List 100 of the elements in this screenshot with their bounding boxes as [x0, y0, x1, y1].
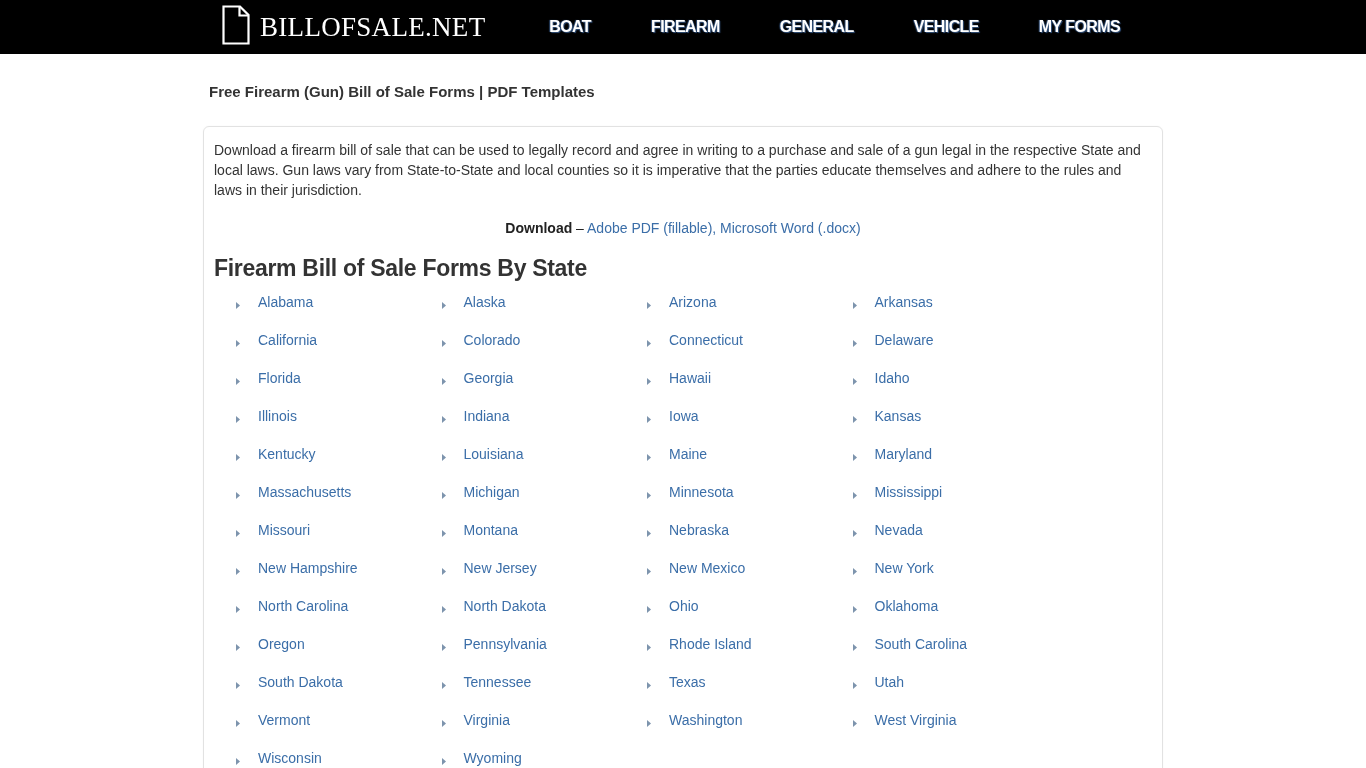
triangle-bullet-icon: [647, 301, 651, 309]
triangle-bullet-icon: [441, 681, 446, 689]
triangle-bullet-icon: [441, 491, 446, 499]
triangle-bullet-icon: [647, 415, 651, 423]
state-link[interactable]: Delaware: [874, 330, 934, 350]
triangle-bullet-icon: [236, 567, 240, 575]
state-link[interactable]: Minnesota: [669, 482, 734, 502]
site-logo[interactable]: BILLOFSALE.NET: [222, 9, 486, 45]
state-link[interactable]: West Virginia: [874, 710, 957, 730]
state-link[interactable]: Illinois: [258, 406, 297, 426]
triangle-bullet-icon: [852, 529, 857, 537]
triangle-bullet-icon: [647, 529, 651, 537]
state-link[interactable]: Florida: [258, 368, 301, 388]
state-link[interactable]: Connecticut: [669, 330, 743, 350]
triangle-bullet-icon: [647, 453, 651, 461]
logo-text: BILLOFSALE.NET: [260, 11, 486, 43]
triangle-bullet-icon: [236, 415, 240, 423]
state-link[interactable]: Rhode Island: [669, 634, 752, 654]
state-link[interactable]: Louisiana: [463, 444, 524, 464]
triangle-bullet-icon: [441, 643, 446, 651]
nav-link[interactable]: MY FORMS: [1008, 17, 1150, 37]
state-link[interactable]: Michigan: [463, 482, 520, 502]
state-link[interactable]: Maryland: [874, 444, 933, 464]
triangle-bullet-icon: [441, 339, 446, 347]
state-link[interactable]: Hawaii: [669, 368, 711, 388]
state-link[interactable]: Washington: [669, 710, 743, 730]
triangle-bullet-icon: [441, 453, 446, 461]
triangle-bullet-icon: [236, 491, 240, 499]
state-link[interactable]: Wisconsin: [258, 748, 322, 768]
state-link[interactable]: Montana: [463, 520, 518, 540]
nav-link[interactable]: FIREARM: [621, 17, 750, 37]
state-link[interactable]: Nevada: [874, 520, 923, 540]
state-link[interactable]: Missouri: [258, 520, 311, 540]
state-link[interactable]: Tennessee: [463, 672, 532, 692]
state-link[interactable]: North Carolina: [258, 596, 349, 616]
nav-link[interactable]: VEHICLE: [883, 17, 1009, 37]
download-link[interactable]: Microsoft Word (.docx): [720, 220, 861, 236]
state-link[interactable]: Georgia: [463, 368, 514, 388]
state-link[interactable]: Texas: [669, 672, 706, 692]
state-link[interactable]: North Dakota: [463, 596, 546, 616]
state-link[interactable]: Ohio: [669, 596, 699, 616]
triangle-bullet-icon: [441, 377, 446, 385]
state-link[interactable]: Nebraska: [669, 520, 729, 540]
state-link[interactable]: Alabama: [258, 292, 314, 312]
state-link[interactable]: Arkansas: [874, 292, 933, 312]
state-link[interactable]: New Jersey: [463, 558, 537, 578]
state-link[interactable]: South Dakota: [258, 672, 343, 692]
triangle-bullet-icon: [647, 605, 651, 613]
triangle-bullet-icon: [852, 605, 857, 613]
state-link[interactable]: New York: [874, 558, 934, 578]
state-link[interactable]: Oregon: [258, 634, 305, 654]
triangle-bullet-icon: [852, 681, 857, 689]
state-link[interactable]: Kansas: [874, 406, 922, 426]
triangle-bullet-icon: [647, 681, 651, 689]
triangle-bullet-icon: [236, 719, 240, 727]
state-link[interactable]: Virginia: [463, 710, 510, 730]
triangle-bullet-icon: [647, 567, 651, 575]
state-link[interactable]: Mississippi: [874, 482, 943, 502]
state-link[interactable]: Idaho: [874, 368, 910, 388]
state-link[interactable]: Maine: [669, 444, 708, 464]
triangle-bullet-icon: [441, 719, 446, 727]
triangle-bullet-icon: [852, 719, 857, 727]
nav-link[interactable]: GENERAL: [749, 17, 884, 37]
triangle-bullet-icon: [852, 415, 857, 423]
nav-link[interactable]: BOAT: [519, 17, 621, 37]
state-link[interactable]: Colorado: [463, 330, 521, 350]
state-link[interactable]: Kentucky: [258, 444, 316, 464]
state-link[interactable]: South Carolina: [874, 634, 968, 654]
state-link[interactable]: California: [258, 330, 318, 350]
state-link[interactable]: Indiana: [463, 406, 510, 426]
triangle-bullet-icon: [236, 301, 240, 309]
triangle-bullet-icon: [852, 567, 857, 575]
state-link[interactable]: Vermont: [258, 710, 311, 730]
state-link[interactable]: New Hampshire: [258, 558, 358, 578]
state-link[interactable]: Wyoming: [463, 748, 522, 768]
state-link[interactable]: Alaska: [463, 292, 506, 312]
triangle-bullet-icon: [236, 529, 240, 537]
triangle-bullet-icon: [236, 377, 240, 385]
triangle-bullet-icon: [236, 605, 240, 613]
state-link[interactable]: Massachusetts: [258, 482, 352, 502]
triangle-bullet-icon: [647, 643, 651, 651]
state-link[interactable]: Oklahoma: [874, 596, 939, 616]
download-link[interactable]: Adobe PDF (fillable),: [587, 220, 717, 236]
triangle-bullet-icon: [236, 453, 240, 461]
state-link[interactable]: Iowa: [669, 406, 699, 426]
triangle-bullet-icon: [236, 643, 240, 651]
triangle-bullet-icon: [236, 681, 240, 689]
triangle-bullet-icon: [441, 301, 446, 309]
triangle-bullet-icon: [647, 719, 651, 727]
triangle-bullet-icon: [236, 757, 240, 765]
intro-paragraph: Download a firearm bill of sale that can be used to legally record and agree in writing to a purchase and sale of a gun legal in the respective State and local laws. Gun laws vary from State-to-State and local counties so it is imperative that the parties educate themselves and adhere to the rules and laws in their jurisdiction.: [214, 141, 1142, 200]
state-link[interactable]: Pennsylvania: [463, 634, 547, 654]
triangle-bullet-icon: [441, 415, 446, 423]
state-link[interactable]: Utah: [874, 672, 905, 692]
state-link[interactable]: New Mexico: [669, 558, 746, 578]
state-link[interactable]: Arizona: [669, 292, 717, 312]
triangle-bullet-icon: [441, 567, 446, 575]
triangle-bullet-icon: [852, 377, 857, 385]
triangle-bullet-icon: [441, 529, 446, 537]
triangle-bullet-icon: [852, 301, 857, 309]
